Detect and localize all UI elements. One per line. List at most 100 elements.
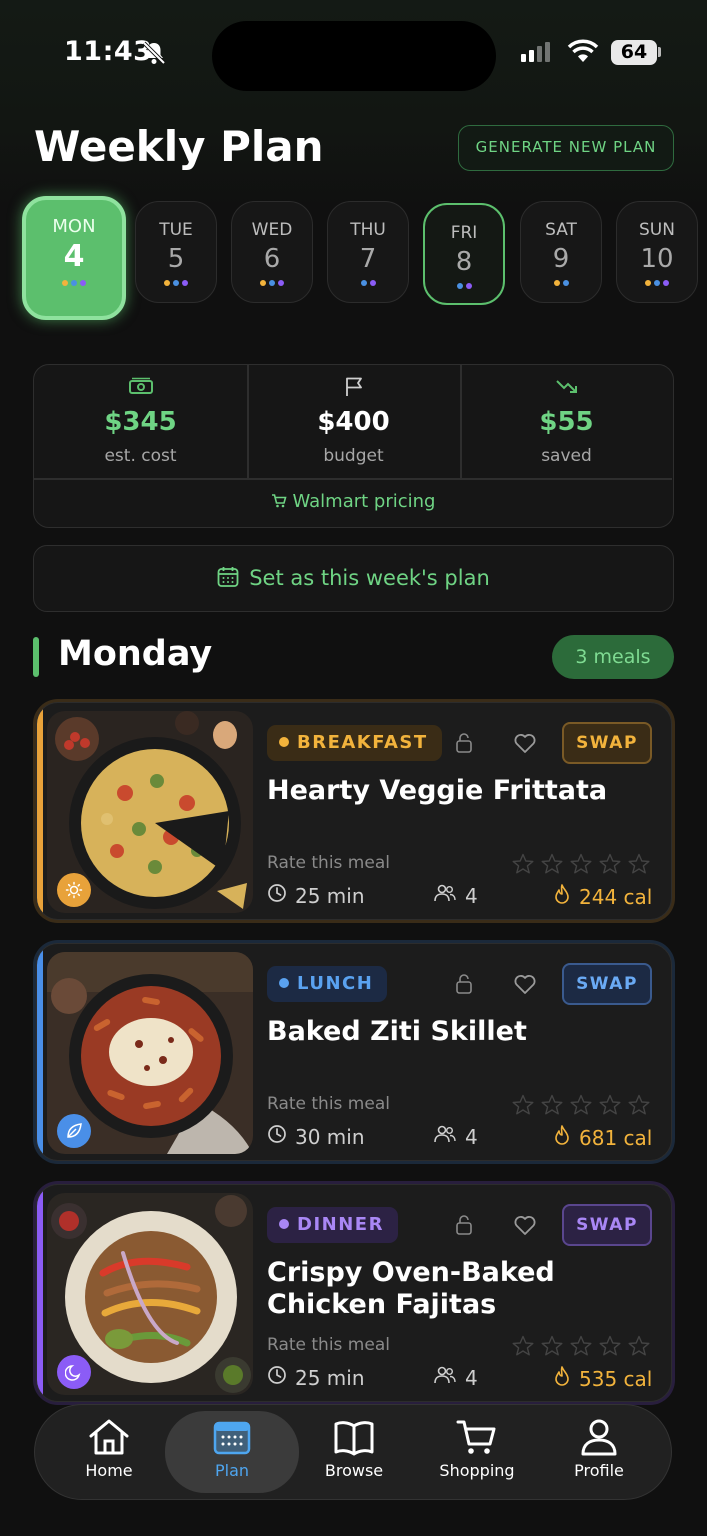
est-cost-value: $345 [104, 407, 177, 437]
book-icon [334, 1421, 374, 1456]
star-icon[interactable] [540, 1335, 564, 1361]
day-pill-mon[interactable]: MON 4 [22, 196, 126, 320]
star-icon[interactable] [511, 853, 535, 879]
tab-shopping-label: Shopping [439, 1461, 515, 1480]
day-number: 5 [167, 244, 185, 274]
star-icon[interactable] [540, 1094, 564, 1120]
meal-type-dot [279, 737, 289, 747]
calendar-icon [217, 567, 239, 587]
star-icon[interactable] [511, 1094, 535, 1120]
cash-icon [128, 377, 153, 394]
meal-type-tag: LUNCH [267, 966, 388, 1002]
leaf-icon [57, 1114, 91, 1148]
star-icon[interactable] [627, 1335, 651, 1361]
trending-down-icon [555, 380, 577, 393]
budget-value: $400 [317, 407, 390, 437]
meal-type-dot [279, 1219, 289, 1229]
calories-value: 535 cal [579, 1366, 653, 1391]
est-cost-label: est. cost [104, 446, 177, 466]
tab-home-label: Home [85, 1461, 133, 1480]
person-icon [581, 1419, 617, 1456]
tab-browse[interactable]: Browse [294, 1417, 414, 1480]
unlock-icon[interactable] [455, 973, 473, 999]
meal-title[interactable]: Crispy Oven-Baked Chicken Fajitas [267, 1257, 657, 1321]
heart-icon[interactable] [513, 973, 537, 999]
star-icon[interactable] [569, 1094, 593, 1120]
tab-profile[interactable]: Profile [539, 1417, 659, 1480]
prep-time-value: 25 min [295, 1365, 365, 1390]
meal-dot [71, 280, 77, 286]
meal-dots [26, 280, 122, 286]
meal-dot [360, 280, 367, 286]
dynamic-island [212, 21, 496, 91]
star-icon[interactable] [598, 853, 622, 879]
calendar-grid-icon [213, 1421, 251, 1455]
tab-home[interactable]: Home [49, 1417, 169, 1480]
heart-icon[interactable] [513, 732, 537, 758]
day-pill-sat[interactable]: SAT 9 [520, 201, 602, 303]
meal-dots [232, 280, 312, 286]
meal-card[interactable]: LUNCH SWAP Baked Ziti Skillet Rate this mea… [36, 943, 672, 1161]
day-pill-thu[interactable]: THU 7 [327, 201, 409, 303]
page-title: Weekly Plan [34, 122, 324, 171]
meal-card[interactable]: BREAKFAST SWAP Hearty Veggie Frittata Rate … [36, 702, 672, 920]
people-icon [433, 1365, 457, 1390]
moon-icon [57, 1355, 91, 1389]
meal-type-label: DINNER [297, 1214, 384, 1235]
star-icon[interactable] [569, 853, 593, 879]
unlock-icon[interactable] [455, 732, 473, 758]
tab-profile-label: Profile [574, 1461, 624, 1480]
day-pill-wed[interactable]: WED 6 [231, 201, 313, 303]
star-icon[interactable] [627, 853, 651, 879]
servings-value: 4 [465, 1365, 478, 1390]
servings: 4 [433, 1124, 478, 1149]
rate-meal-label: Rate this meal [267, 1094, 390, 1114]
walmart-pricing-label: Walmart pricing [292, 491, 436, 512]
meal-type-tag: DINNER [267, 1207, 398, 1243]
swap-button[interactable]: SWAP [562, 963, 652, 1005]
day-pill-sun[interactable]: SUN 10 [616, 201, 698, 303]
swap-button[interactable]: SWAP [562, 722, 652, 764]
meal-dots [521, 280, 601, 286]
day-pill-tue[interactable]: TUE 5 [135, 201, 217, 303]
bell-off-icon [142, 41, 166, 65]
tab-shopping[interactable]: Shopping [417, 1417, 537, 1480]
prep-time-value: 25 min [295, 883, 365, 908]
day-number: 10 [640, 244, 674, 274]
unlock-icon[interactable] [455, 1214, 473, 1240]
stats-divider [34, 478, 672, 480]
heart-icon[interactable] [513, 1214, 537, 1240]
generate-new-plan-button[interactable]: GENERATE NEW PLAN [458, 125, 674, 171]
star-icon[interactable] [540, 853, 564, 879]
day-section-title: Monday [58, 634, 213, 674]
star-icon[interactable] [627, 1094, 651, 1120]
meal-dot [164, 280, 170, 286]
tab-plan[interactable]: Plan [172, 1417, 292, 1480]
clock-icon [267, 1124, 287, 1149]
star-icon[interactable] [511, 1335, 535, 1361]
star-icon[interactable] [569, 1335, 593, 1361]
people-icon [433, 1124, 457, 1149]
meal-title[interactable]: Hearty Veggie Frittata [267, 775, 657, 807]
meal-dot [465, 283, 472, 289]
wifi-icon [567, 39, 599, 62]
star-icon[interactable] [598, 1094, 622, 1120]
battery-tip [658, 47, 661, 57]
saved-label: saved [541, 446, 592, 466]
cart-icon [271, 494, 287, 508]
set-week-plan-button[interactable]: Set as this week's plan [33, 545, 674, 612]
day-pill-fri[interactable]: FRI 8 [423, 203, 505, 305]
meal-dot [62, 280, 68, 286]
shopping-cart-icon [456, 1420, 496, 1454]
budget-label: budget [323, 446, 384, 466]
swap-button[interactable]: SWAP [562, 1204, 652, 1246]
prep-time-value: 30 min [295, 1124, 365, 1149]
meal-title[interactable]: Baked Ziti Skillet [267, 1016, 657, 1048]
star-icon[interactable] [598, 1335, 622, 1361]
meal-dot [173, 280, 179, 286]
home-icon [89, 1419, 129, 1455]
meal-card[interactable]: DINNER SWAP Crispy Oven-Baked Chicken Faji… [36, 1184, 672, 1402]
prep-time: 30 min [267, 1124, 365, 1149]
meal-dot [269, 280, 275, 286]
meal-accent-bar [37, 703, 43, 919]
